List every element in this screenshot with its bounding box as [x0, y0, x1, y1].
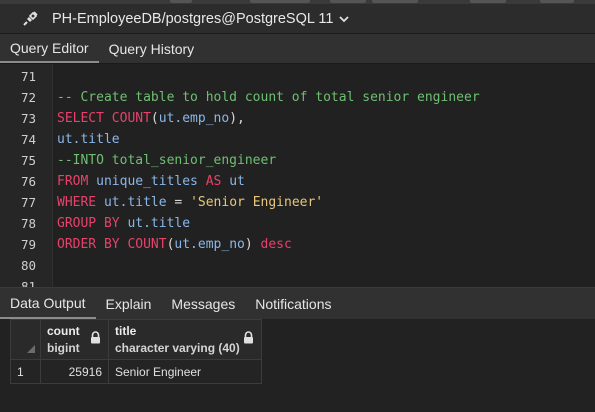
code-token: ( — [150, 111, 159, 126]
chevron-down-icon[interactable] — [339, 13, 351, 25]
code-text: WHERE ut.title = 'Senior Engineer' — [57, 192, 323, 213]
code-token: ut.emp_no — [158, 111, 230, 126]
sql-editor[interactable]: 71 72 -- Create table to hold count of tot… — [0, 64, 595, 287]
column-header-title[interactable]: title character varying (40) — [108, 319, 262, 360]
code-token: --INTO total_senior_engineer — [57, 153, 277, 168]
toolbar-stub — [330, 0, 366, 3]
result-grid: count bigint title character varying (40… — [10, 319, 262, 384]
line-number: 74 — [20, 132, 36, 147]
code-token: SELECT COUNT — [57, 111, 151, 126]
line-number: 73 — [20, 111, 36, 126]
line-number: 80 — [20, 258, 36, 273]
connection-label[interactable]: PH-EmployeeDB/postgres@PostgreSQL 11 — [52, 11, 333, 27]
column-header-count[interactable]: count bigint — [40, 319, 109, 360]
line-number: 71 — [20, 69, 36, 84]
data-output-panel: count bigint title character varying (40… — [0, 319, 595, 412]
code-line[interactable]: 76 FROM unique_titles AS ut — [0, 171, 595, 192]
code-token: = — [166, 195, 191, 210]
code-token: -- Create table to hold count of total s… — [57, 90, 480, 105]
code-token: WHERE — [57, 195, 97, 210]
code-token: desc — [260, 237, 292, 252]
connection-bar[interactable]: PH-EmployeeDB/postgres@PostgreSQL 11 — [0, 4, 595, 34]
line-number: 77 — [20, 195, 36, 210]
line-number: 75 — [20, 153, 36, 168]
code-token: ut.emp_no — [174, 237, 245, 252]
code-token: ut.title — [127, 216, 191, 231]
code-token: GROUP BY — [57, 216, 120, 231]
code-token: FROM — [57, 174, 89, 189]
code-token: AS — [205, 174, 222, 189]
toolbar-stub — [250, 0, 310, 3]
column-type: character varying (40) — [115, 341, 240, 355]
code-line[interactable]: 81 — [0, 276, 595, 287]
column-name: title — [115, 324, 137, 338]
toolbar-stub — [372, 0, 418, 3]
code-token: unique_titles — [96, 174, 198, 189]
cell-count[interactable]: 25916 — [40, 359, 109, 384]
code-token: ), — [229, 111, 245, 126]
tab-notifications[interactable]: Notifications — [245, 288, 341, 319]
line-number: 72 — [20, 90, 36, 105]
code-line[interactable]: 80 — [0, 255, 595, 276]
line-number: 81 — [20, 279, 36, 287]
tab-query-editor[interactable]: Query Editor — [0, 34, 99, 63]
grid-header-row: count bigint title character varying (40… — [10, 319, 262, 360]
code-line[interactable]: 78 GROUP BY ut.title — [0, 213, 595, 234]
code-text: -- Create table to hold count of total s… — [57, 87, 480, 108]
query-tabs: Query Editor Query History — [0, 34, 595, 64]
code-line[interactable]: 72 -- Create table to hold count of total… — [0, 87, 595, 108]
select-all-corner[interactable] — [10, 319, 41, 360]
code-line[interactable]: 71 — [0, 66, 595, 87]
code-token: ut.title — [57, 132, 120, 147]
output-tabs: Data Output Explain Messages Notificatio… — [0, 287, 595, 319]
code-line[interactable]: 73 SELECT COUNT(ut.emp_no), — [0, 108, 595, 129]
code-text: FROM unique_titles AS ut — [57, 171, 245, 192]
code-token: ut — [229, 174, 245, 189]
connection-plug-icon[interactable] — [20, 9, 40, 29]
tab-explain[interactable]: Explain — [96, 288, 162, 319]
code-text: ut.title — [57, 129, 120, 150]
line-number: 76 — [20, 174, 36, 189]
corner-triangle-icon — [27, 345, 35, 353]
table-row[interactable]: 1 25916 Senior Engineer — [10, 359, 262, 384]
code-line[interactable]: 75 --INTO total_senior_engineer — [0, 150, 595, 171]
tab-data-output[interactable]: Data Output — [0, 288, 96, 319]
lock-icon — [243, 331, 255, 345]
tab-messages[interactable]: Messages — [161, 288, 245, 319]
code-text: ORDER BY COUNT(ut.emp_no) desc — [57, 234, 292, 255]
code-text: --INTO total_senior_engineer — [57, 150, 276, 171]
code-line[interactable]: 79 ORDER BY COUNT(ut.emp_no) desc — [0, 234, 595, 255]
lock-icon — [90, 331, 102, 345]
tab-query-history[interactable]: Query History — [99, 34, 205, 63]
code-token: 'Senior Engineer' — [190, 195, 324, 210]
toolbar-stub — [540, 0, 574, 3]
code-line[interactable]: 74 ut.title — [0, 129, 595, 150]
line-number: 78 — [20, 216, 36, 231]
code-line[interactable]: 77 WHERE ut.title = 'Senior Engineer' — [0, 192, 595, 213]
cell-title[interactable]: Senior Engineer — [108, 359, 262, 384]
row-number[interactable]: 1 — [10, 359, 41, 384]
code-token: ut.title — [103, 195, 167, 210]
line-number: 79 — [20, 237, 36, 252]
code-text: GROUP BY ut.title — [57, 213, 190, 234]
code-token: ORDER BY COUNT — [57, 237, 167, 252]
code-text: SELECT COUNT(ut.emp_no), — [57, 108, 245, 129]
toolbar-stub — [170, 0, 192, 3]
toolbar-stub — [470, 0, 506, 3]
code-token: ) — [244, 237, 261, 252]
